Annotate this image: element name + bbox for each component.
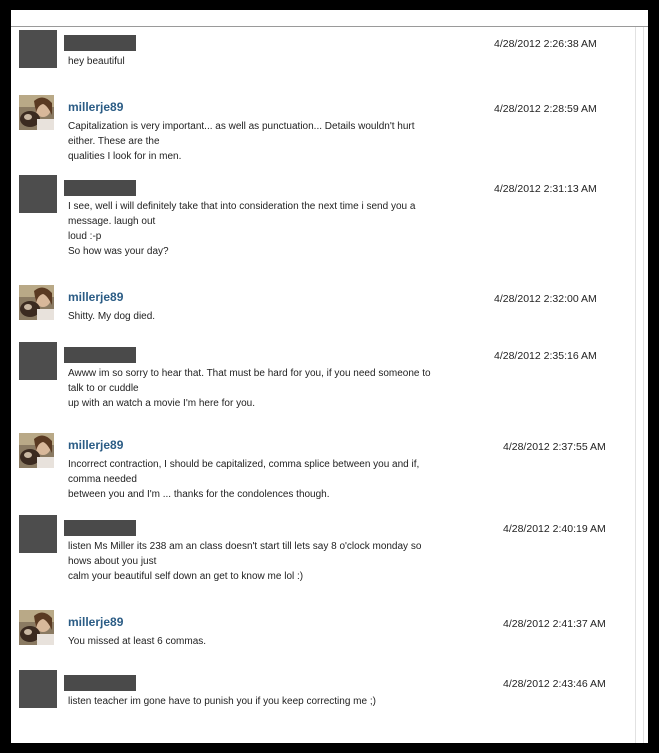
- sender-username[interactable]: millerje89: [68, 290, 123, 304]
- redacted-username: [64, 675, 136, 691]
- message-timestamp: 4/28/2012 2:37:55 AM: [503, 441, 606, 453]
- avatar-redacted[interactable]: [19, 342, 57, 380]
- message-body: I see, well i will definitely take that …: [68, 199, 468, 259]
- message-body: Capitalization is very important... as w…: [68, 119, 468, 164]
- message-line: hows about you just: [68, 556, 157, 567]
- avatar[interactable]: [19, 433, 54, 468]
- conversation-page: 4/28/2012 2:26:38 AM hey beautiful millerj…: [11, 10, 648, 743]
- message-line: Capitalization is very important... as w…: [68, 121, 415, 132]
- sender-username[interactable]: millerje89: [68, 615, 123, 629]
- message-line: listen Ms Miller its 238 am an class doe…: [68, 541, 422, 552]
- message-body: Shitty. My dog died.: [68, 309, 468, 324]
- message-body: hey beautiful: [68, 54, 468, 69]
- redacted-username: [64, 347, 136, 363]
- message-body: You missed at least 6 commas.: [68, 634, 468, 649]
- message-body: Awww im so sorry to hear that. That must…: [68, 366, 468, 411]
- top-bar: [11, 10, 648, 27]
- message-line: message. laugh out: [68, 216, 156, 227]
- redacted-username: [64, 180, 136, 196]
- message-body: Incorrect contraction, I should be capit…: [68, 457, 468, 502]
- scrollbar-track[interactable]: [643, 27, 644, 743]
- message-timestamp: 4/28/2012 2:43:46 AM: [503, 678, 606, 690]
- message-timestamp: 4/28/2012 2:41:37 AM: [503, 618, 606, 630]
- message-line: Incorrect contraction, I should be capit…: [68, 459, 420, 470]
- message-line: loud :-p: [68, 231, 102, 242]
- message-timestamp: 4/28/2012 2:32:00 AM: [494, 293, 597, 305]
- message-timestamp: 4/28/2012 2:28:59 AM: [494, 103, 597, 115]
- message-body: listen teacher im gone have to punish yo…: [68, 694, 468, 709]
- message-timestamp: 4/28/2012 2:26:38 AM: [494, 38, 597, 50]
- message-line: So how was your day?: [68, 246, 169, 257]
- sender-username[interactable]: millerje89: [68, 100, 123, 114]
- avatar[interactable]: [19, 610, 54, 645]
- message-body: listen Ms Miller its 238 am an class doe…: [68, 539, 468, 584]
- message-line: talk to or cuddle: [68, 383, 139, 394]
- message-line: either. These are the: [68, 136, 160, 147]
- message-line: Awww im so sorry to hear that. That must…: [68, 368, 431, 379]
- message-line: qualities I look for in men.: [68, 151, 182, 162]
- message-timestamp: 4/28/2012 2:40:19 AM: [503, 523, 606, 535]
- message-line: up with an watch a movie I'm here for yo…: [68, 398, 255, 409]
- redacted-username: [64, 35, 136, 51]
- message-line: hey beautiful: [68, 56, 125, 67]
- message-timestamp: 4/28/2012 2:31:13 AM: [494, 183, 597, 195]
- message-line: comma needed: [68, 474, 137, 485]
- message-timestamp: 4/28/2012 2:35:16 AM: [494, 350, 597, 362]
- right-divider: [635, 27, 636, 743]
- avatar-redacted[interactable]: [19, 175, 57, 213]
- avatar[interactable]: [19, 285, 54, 320]
- message-line: I see, well i will definitely take that …: [68, 201, 416, 212]
- avatar-redacted[interactable]: [19, 30, 57, 68]
- avatar-redacted[interactable]: [19, 515, 57, 553]
- avatar[interactable]: [19, 95, 54, 130]
- avatar-redacted[interactable]: [19, 670, 57, 708]
- sender-username[interactable]: millerje89: [68, 438, 123, 452]
- message-line: calm your beautiful self down an get to …: [68, 571, 304, 582]
- redacted-username: [64, 520, 136, 536]
- message-line: You missed at least 6 commas.: [68, 636, 207, 647]
- message-line: between you and I'm ... thanks for the c…: [68, 489, 330, 500]
- message-line: Shitty. My dog died.: [68, 311, 156, 322]
- message-line: listen teacher im gone have to punish yo…: [68, 696, 376, 707]
